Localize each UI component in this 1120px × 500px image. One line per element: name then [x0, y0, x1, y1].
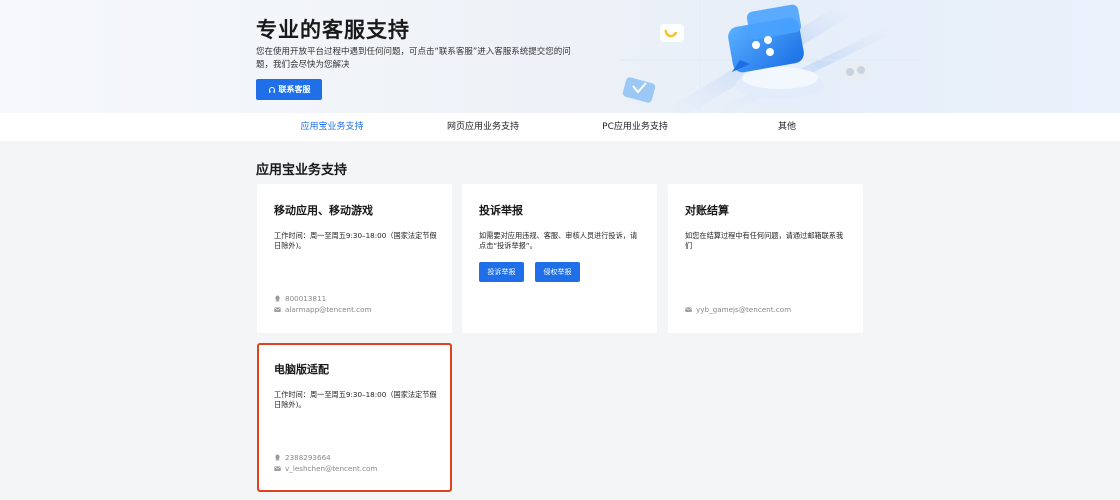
- card-title: 投诉举报: [479, 204, 523, 217]
- email-contact: v_leshchen@tencent.com: [274, 464, 377, 473]
- card-description: 工作时间：周一至周五9:30–18:00（国家法定节假日除外)。: [274, 390, 437, 409]
- email-contact: alarmapp@tencent.com: [274, 305, 372, 314]
- mail-icon: [274, 466, 281, 471]
- email-contact: yyb_gamejs@tencent.com: [685, 305, 791, 314]
- card-mobile-apps: 移动应用、移动游戏 工作时间：周一至周五9:30–18:00（国家法定节假日除外…: [257, 184, 452, 333]
- email-address: yyb_gamejs@tencent.com: [696, 305, 792, 314]
- tab-yyb-support[interactable]: 应用宝业务支持: [300, 113, 363, 141]
- hero-title: 专业的客服支持: [256, 18, 410, 42]
- qq-icon: [275, 454, 280, 461]
- card-description: 工作时间：周一至周五9:30–18:00（国家法定节假日除外)。: [274, 231, 437, 250]
- card-title: 移动应用、移动游戏: [274, 204, 373, 217]
- card-reconciliation: 对账结算 如您在结算过程中有任何问题，请通过邮箱联系我们 yyb_gamejs@…: [668, 184, 863, 333]
- card-title: 对账结算: [685, 204, 729, 217]
- card-pc-adaptation: 电脑版适配 工作时间：周一至周五9:30–18:00（国家法定节假日除外)。 2…: [257, 343, 452, 492]
- contact-support-button[interactable]: 联系客服: [256, 79, 322, 100]
- qq-contact: 2388293664: [274, 453, 331, 462]
- hero-illustration: [620, 0, 920, 113]
- card-description: 如您在结算过程中有任何问题，请通过邮箱联系我们: [685, 231, 844, 250]
- mail-icon: [685, 307, 692, 312]
- qq-contact: 800013811: [274, 294, 326, 303]
- contact-support-label: 联系客服: [278, 85, 311, 94]
- card-title: 电脑版适配: [274, 363, 329, 376]
- complaint-report-button[interactable]: 投诉举报: [479, 262, 524, 282]
- headset-icon: [268, 86, 275, 93]
- tab-web-app-support[interactable]: 网页应用业务支持: [447, 113, 519, 141]
- card-description: 如需要对应用违规、客服、审核人员进行投诉，请点击“投诉举报”。: [479, 231, 638, 250]
- email-address: alarmapp@tencent.com: [285, 305, 372, 314]
- hero-description: 您在使用开放平台过程中遇到任何问题，可点击“联系客服”进入客服系统提交您的问题，…: [256, 47, 571, 70]
- hero-banner: 专业的客服支持 您在使用开放平台过程中遇到任何问题，可点击“联系客服”进入客服系…: [0, 0, 1120, 113]
- qq-icon: [275, 295, 280, 302]
- tab-pc-app-support[interactable]: PC应用业务支持: [602, 113, 668, 141]
- mail-icon: [274, 307, 281, 312]
- category-tabs: 应用宝业务支持 网页应用业务支持 PC应用业务支持 其他: [0, 113, 1120, 141]
- tab-other[interactable]: 其他: [778, 113, 796, 141]
- qq-number: 2388293664: [285, 453, 331, 462]
- email-address: v_leshchen@tencent.com: [285, 464, 378, 473]
- card-complaints: 投诉举报 如需要对应用违规、客服、审核人员进行投诉，请点击“投诉举报”。 投诉举…: [462, 184, 657, 333]
- infringement-report-button[interactable]: 侵权举报: [535, 262, 580, 282]
- qq-number: 800013811: [285, 294, 327, 303]
- section-title: 应用宝业务支持: [256, 163, 348, 178]
